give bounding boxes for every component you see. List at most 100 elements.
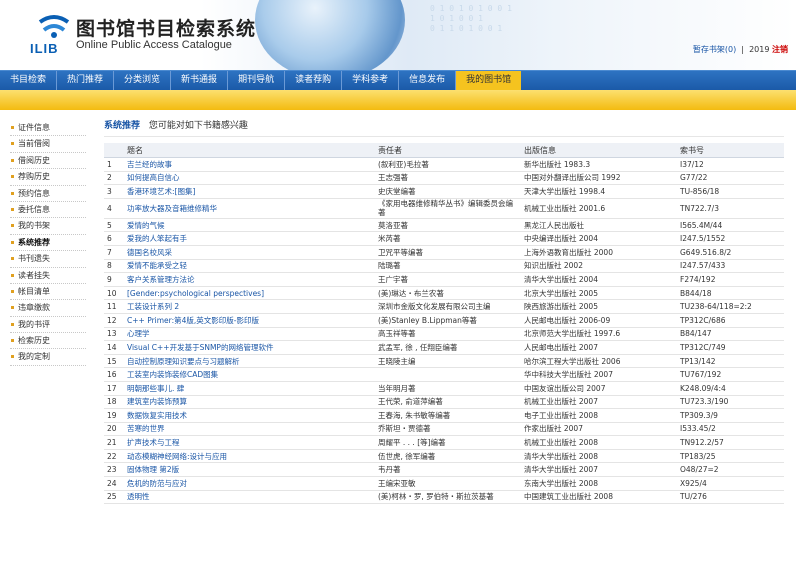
book-title-link[interactable]: 工装室内装饰装修CAD图集 (124, 367, 375, 382)
logo-icon (38, 15, 70, 38)
globe-icon (255, 0, 405, 70)
sidebar-item-loan-history[interactable]: 借阅历史 (10, 153, 86, 170)
nav-my-library[interactable]: 我的图书馆 (456, 71, 522, 90)
book-title-link[interactable]: [Gender:psychological perspectives] (124, 286, 375, 301)
sidebar-item-reservations[interactable]: 预约信息 (10, 186, 86, 202)
book-title-link[interactable]: 香港环境艺术:[图集] (124, 184, 375, 199)
row-publisher: 华中科技大学出版社 2007 (521, 367, 677, 382)
row-number: 25 (104, 490, 124, 505)
nav-journals[interactable]: 期刊导航 (228, 71, 286, 90)
main-content: 系统推荐 您可能对如下书籍感兴趣 (104, 118, 784, 132)
row-author: 史庆堂编著 (375, 184, 521, 199)
row-publisher: 知识出版社 2002 (521, 259, 677, 274)
table-header-row: 题名 责任者 出版信息 索书号 (104, 143, 784, 158)
book-title-link[interactable]: 数据恢复实用技术 (124, 408, 375, 423)
row-publisher: 机械工业出版社 2007 (521, 395, 677, 410)
book-title-link[interactable]: 爱我的人笨起有手 (124, 231, 375, 246)
book-title-link[interactable]: 建筑室内装饰预算 (124, 395, 375, 410)
sidebar-item-card-info[interactable]: 证件信息 (10, 120, 86, 137)
book-title-link[interactable]: 工装设计系列 2 (124, 299, 375, 314)
logo-text: ILIB (30, 41, 59, 56)
book-title-link[interactable]: 危机的防范与应对 (124, 476, 375, 491)
nav-search[interactable]: 书目检索 (0, 71, 58, 90)
book-title-link[interactable]: 心理学 (124, 327, 375, 342)
nav-hot[interactable]: 热门推荐 (57, 71, 115, 90)
row-callno: TN912.2/57 (677, 435, 784, 450)
book-title-link[interactable]: 明朝那些事儿. 肆 (124, 381, 375, 396)
nav-subject[interactable]: 学科参考 (342, 71, 400, 90)
row-number: 2 (104, 171, 124, 186)
book-title-link[interactable]: 自动控制原理知识要点与习题解析 (124, 354, 375, 369)
book-title-link[interactable]: 客户关系管理方法论 (124, 272, 375, 287)
nav-recommend[interactable]: 读者荐购 (285, 71, 343, 90)
row-number: 23 (104, 462, 124, 478)
row-publisher: 人民邮电出版社 2007 (521, 340, 677, 355)
row-publisher: 清华大学出版社 2007 (521, 462, 677, 478)
row-number: 7 (104, 245, 124, 260)
row-publisher: 北京师范大学出版社 1997.6 (521, 327, 677, 342)
row-author: 武孟军, 徐 , 任翔臣编著 (375, 340, 521, 355)
row-number: 18 (104, 395, 124, 410)
shelf-link[interactable]: 暂存书架(0) (693, 45, 736, 54)
logout-link[interactable]: 注销 (772, 45, 788, 54)
book-title-link[interactable]: 透明性 (124, 490, 375, 505)
sidebar-item-lost-books[interactable]: 书刊遗失 (10, 251, 86, 268)
table-row: 5 爱情的气候 莫洛亚著 黑龙江人民出版社 I565.4M/44 (104, 218, 784, 233)
book-title-link[interactable]: 德国名校风采 (124, 245, 375, 260)
row-author: 王晓陵主编 (375, 354, 521, 369)
book-title-link[interactable]: 扩声技术与工程 (124, 435, 375, 450)
row-publisher: 天津大学出版社 1998.4 (521, 184, 677, 199)
row-callno: TU723.3/190 (677, 395, 784, 410)
row-callno: TP309.3/9 (677, 408, 784, 423)
sidebar-item-recommendations[interactable]: 系统推荐 (10, 235, 86, 252)
table-row: 23 固体物理 第2版 韦丹著 清华大学出版社 2007 O48/27=2 (104, 462, 784, 478)
user-id: 2019 (749, 45, 770, 54)
nav-new-books[interactable]: 新书通报 (171, 71, 229, 90)
row-number: 4 (104, 198, 124, 219)
book-title-link[interactable]: C++ Primer:第4版,英文影印版-影印版 (124, 313, 375, 328)
nav-browse[interactable]: 分类浏览 (114, 71, 172, 90)
book-title-link[interactable]: 动态模糊神经网络:设计与应用 (124, 449, 375, 464)
book-title-link[interactable]: 爱情的气候 (124, 218, 375, 233)
nav-info[interactable]: 信息发布 (399, 71, 457, 90)
table-row: 2 如何提高自信心 王志强著 中国对外翻译出版公司 1992 G77/22 (104, 171, 784, 186)
sub-nav-bar (0, 90, 796, 110)
book-title-link[interactable]: 如何提高自信心 (124, 171, 375, 186)
row-publisher: 黑龙江人民出版社 (521, 218, 677, 233)
row-publisher: 电子工业出版社 2008 (521, 408, 677, 423)
table-row: 25 透明性 (美)柯林・罗, 罗伯特・斯拉茨基著 中国建筑工业出版社 2008 TU/… (104, 490, 784, 505)
table-row: 20 苦寒的世界 乔斯坦・贾德著 作家出版社 2007 I533.45/2 (104, 422, 784, 437)
table-row: 1 吉兰经的故事 (叙利亚)毛拉著 新华出版社 1983.3 I37/12 (104, 157, 784, 172)
sidebar-item-my-shelf[interactable]: 我的书架 (10, 218, 86, 235)
row-author: 王广宇著 (375, 272, 521, 287)
row-number: 21 (104, 435, 124, 450)
row-callno: F274/192 (677, 272, 784, 287)
row-callno: K248.09/4:4 (677, 381, 784, 396)
book-title-link[interactable]: 功率放大器及音箱维修精华 (124, 198, 375, 219)
sidebar-item-commission[interactable]: 委托信息 (10, 202, 86, 219)
sidebar-item-account[interactable]: 帐目清单 (10, 284, 86, 301)
row-number: 10 (104, 286, 124, 301)
book-title-link[interactable]: 爱情不能承受之轻 (124, 259, 375, 274)
page-title: 系统推荐 您可能对如下书籍感兴趣 (104, 118, 784, 132)
row-author: 伍世虎, 徐军编著 (375, 449, 521, 464)
row-publisher: 北京大学出版社 2005 (521, 286, 677, 301)
book-title-link[interactable]: 苦寒的世界 (124, 422, 375, 437)
sidebar-item-subscriptions[interactable]: 我的定制 (10, 349, 86, 366)
row-publisher: 上海外语教育出版社 2000 (521, 245, 677, 260)
row-callno: G77/22 (677, 171, 784, 186)
sidebar-item-current-loans[interactable]: 当前借阅 (10, 136, 86, 153)
sidebar-item-search-history[interactable]: 检索历史 (10, 333, 86, 350)
sidebar-item-report-loss[interactable]: 读者挂失 (10, 268, 86, 284)
row-publisher: 中国友谊出版公司 2007 (521, 381, 677, 396)
row-author: (美)Stanley B.Lippman等著 (375, 313, 521, 328)
row-author: (美)琳达・布兰农著 (375, 286, 521, 301)
book-title-link[interactable]: 吉兰经的故事 (124, 157, 375, 172)
book-title-link[interactable]: 固体物理 第2版 (124, 462, 375, 478)
sidebar-item-purchase-history[interactable]: 荐购历史 (10, 169, 86, 186)
table-row: 24 危机的防范与应对 王编宋亚敏 东南大学出版社 2008 X925/4 (104, 476, 784, 491)
row-callno: TN722.7/3 (677, 198, 784, 219)
sidebar-item-reviews[interactable]: 我的书评 (10, 317, 86, 334)
sidebar-item-fines[interactable]: 违章缴款 (10, 300, 86, 317)
book-title-link[interactable]: Visual C++开发基于SNMP的网络管理软件 (124, 340, 375, 355)
